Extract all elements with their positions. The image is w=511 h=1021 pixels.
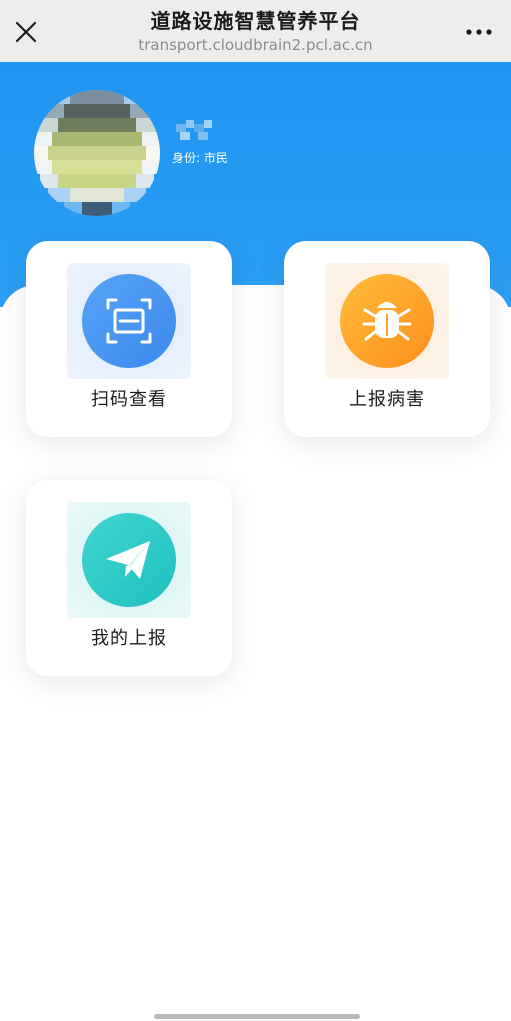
bug-icon — [340, 274, 434, 368]
browser-title-bar: 道路设施智慧管养平台 transport.cloudbrain2.pcl.ac.… — [0, 0, 511, 62]
scan-view-card[interactable]: 扫码查看 — [26, 241, 232, 437]
identity-label: 身份: — [172, 151, 201, 165]
paper-plane-icon — [82, 513, 176, 607]
report-defect-card[interactable]: 上报病害 — [284, 241, 490, 437]
my-reports-label: 我的上报 — [91, 628, 167, 649]
identity-line: 身份: 市民 — [172, 150, 228, 166]
scan-icon — [82, 274, 176, 368]
title-block: 道路设施智慧管养平台 transport.cloudbrain2.pcl.ac.… — [60, 8, 451, 55]
scan-icon-wrap — [67, 263, 191, 379]
page-url: transport.cloudbrain2.pcl.ac.cn — [138, 36, 373, 54]
username-redacted — [176, 120, 220, 146]
paper-plane-icon-wrap — [67, 502, 191, 618]
identity-value: 市民 — [203, 151, 228, 165]
my-reports-card[interactable]: 我的上报 — [26, 480, 232, 676]
home-indicator[interactable] — [154, 1014, 360, 1019]
bug-icon-wrap — [325, 263, 449, 379]
avatar[interactable] — [34, 90, 160, 216]
more-dots-icon[interactable] — [465, 22, 493, 42]
page-title: 道路设施智慧管养平台 — [150, 9, 361, 33]
scan-view-label: 扫码查看 — [91, 389, 167, 410]
report-defect-label: 上报病害 — [349, 389, 425, 410]
close-icon[interactable] — [12, 18, 40, 46]
